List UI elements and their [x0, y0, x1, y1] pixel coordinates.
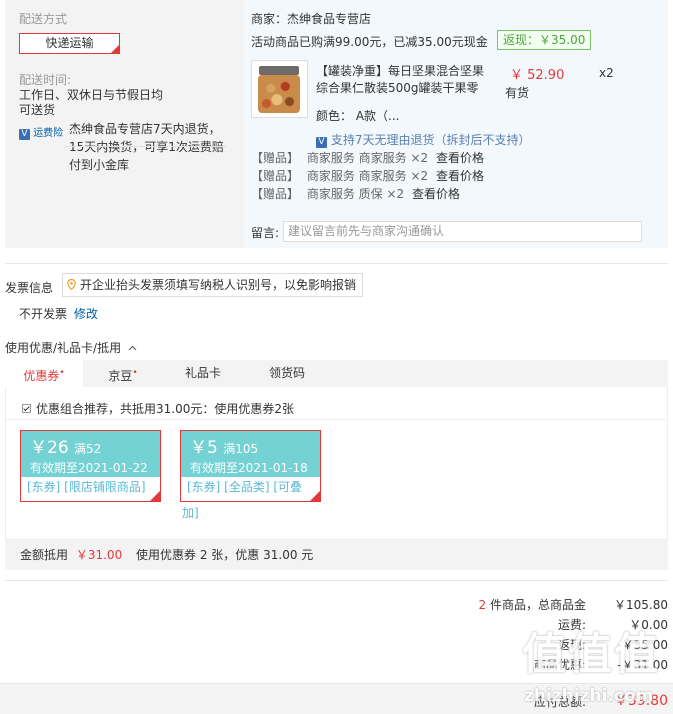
coupon-threshold: 满52: [74, 442, 102, 456]
invoice-tip-text: 开企业抬头发票须填写纳税人识别号，以免影响报销: [80, 278, 357, 292]
watermark-logo: 值值值: [522, 629, 660, 680]
divider: [5, 580, 668, 581]
item-count: 2: [478, 598, 487, 612]
tab-label: 礼品卡: [184, 366, 221, 380]
insurance-badge-icon: V: [19, 129, 30, 140]
goods-amount: ￥105.80: [614, 598, 668, 612]
gift-list: 【赠品】 商家服务 商家服务 ×2 查看价格 【赠品】 商家服务 商家服务 ×2…: [251, 149, 484, 203]
product-title[interactable]: 【罐装净重】每日坚果混合坚果 综合果仁散装500g罐装干果零: [316, 63, 484, 97]
discount-tabs: 优惠券• 京豆• 礼品卡 领货码: [5, 360, 668, 387]
coupon-threshold: 满105: [223, 442, 259, 456]
discount-section-label: 使用优惠/礼品卡/抵用: [5, 341, 122, 355]
return-policy-line: 付到小金库: [69, 158, 130, 172]
gift-tag: 【赠品】: [251, 151, 300, 165]
view-price-link[interactable]: 查看价格: [412, 187, 460, 201]
combo-recommend[interactable]: 优惠组合推荐，共抵用31.00元：使用优惠券2张: [22, 400, 294, 417]
gift-item: 【赠品】 商家服务 商家服务 ×2 查看价格: [251, 149, 484, 167]
nut-jar-image: [258, 75, 300, 113]
return-note-text: 支持7天无理由退货（拆封后不支持）: [330, 133, 531, 147]
divider: [5, 263, 668, 264]
selected-corner-icon: [150, 491, 160, 501]
coupon-scope: [东券] [全品类] [可叠: [187, 480, 303, 494]
product-thumbnail[interactable]: [251, 60, 308, 118]
coupon-card[interactable]: ￥5 满105 有效期至2021-01-18 [东券] [全品类] [可叠: [180, 430, 321, 502]
coupon-scope: [东券] [限店铺限商品]: [27, 480, 146, 494]
jar-lid-icon: [259, 66, 299, 75]
gift-tag: 【赠品】: [251, 169, 300, 183]
view-price-link[interactable]: 查看价格: [436, 151, 484, 165]
tab-mark: •: [132, 368, 138, 378]
summary-amount: ￥31.00: [75, 548, 123, 562]
coupon-value: ￥26: [30, 438, 69, 458]
discount-summary: 金额抵用 ￥31.00 使用优惠券 2 张，优惠 31.00 元: [5, 540, 668, 570]
product-quantity: x2: [599, 66, 614, 80]
selected-corner-icon: [111, 45, 119, 53]
discount-section-toggle[interactable]: 使用优惠/礼品卡/抵用: [5, 339, 137, 356]
product-title-line: 【罐装净重】每日坚果混合坚果: [316, 64, 485, 78]
divider: [5, 419, 668, 420]
tab-jingdou[interactable]: 京豆•: [83, 360, 163, 387]
summary-label: 金额抵用: [20, 548, 69, 562]
invoice-type: 不开发票: [19, 307, 68, 321]
tab-label: 领货码: [268, 366, 305, 380]
insurance-tag[interactable]: V 运费险: [19, 124, 63, 140]
store-name[interactable]: 商家：杰绅食品专营店: [251, 10, 371, 27]
divider: [64, 146, 226, 147]
coupon-amount: ￥26 满52: [30, 431, 160, 460]
combo-checkbox[interactable]: [22, 404, 31, 413]
coupon-header: ￥5 满105 有效期至2021-01-18: [181, 431, 320, 477]
coupon-expiry: 有效期至2021-01-18: [190, 461, 308, 475]
shipping-method-option[interactable]: 快递运输: [19, 33, 120, 54]
tab-label: 京豆: [108, 369, 133, 383]
coupon-value: ￥5: [190, 438, 218, 458]
return-policy-line: 15天内换货，可享1次运费赔: [69, 140, 224, 154]
stock-status: 有货: [505, 86, 530, 100]
invoice-value: 不开发票 修改: [19, 305, 98, 322]
selected-corner-icon: [310, 491, 320, 501]
return-policy-line: 杰绅食品专营店7天内退货，: [69, 122, 221, 136]
coupon-expiry: 有效期至2021-01-22: [30, 461, 148, 475]
invoice-label: 发票信息: [5, 281, 54, 295]
summary-detail: 使用优惠券 2 张，优惠 31.00 元: [136, 548, 314, 562]
promo-text: 活动商品已购满99.00元，已减35.00元现金: [251, 35, 488, 49]
product-title-line: 综合果仁散装500g罐装干果零: [316, 81, 479, 95]
tab-gift-card[interactable]: 礼品卡: [163, 360, 243, 387]
tab-coupons[interactable]: 优惠券•: [5, 360, 83, 387]
gift-name: 商家服务 质保 ×2: [306, 187, 405, 201]
watermark-site: zhizhizhi.com: [524, 686, 654, 706]
return-badge-icon: V: [316, 137, 327, 148]
goods-count: 2 件商品，总商品金: [380, 596, 586, 613]
gift-name: 商家服务 商家服务 ×2: [306, 169, 429, 183]
shipping-method-label: 快递运输: [45, 36, 94, 50]
shipping-section-label: 配送方式: [19, 12, 68, 26]
gift-item: 【赠品】 商家服务 质保 ×2 查看价格: [251, 185, 484, 203]
view-price-link[interactable]: 查看价格: [436, 169, 484, 183]
return-note: V 支持7天无理由退货（拆封后不支持）: [316, 131, 530, 148]
tab-redeem-code[interactable]: 领货码: [243, 360, 331, 387]
coupon-card[interactable]: ￥26 满52 有效期至2021-01-22 [东券] [限店铺限商品]: [20, 430, 161, 502]
delivery-time-line-2: 可送货: [19, 103, 56, 117]
message-input[interactable]: 建议留言前先与商家沟通确认: [283, 221, 642, 242]
combo-text: 优惠组合推荐，共抵用31.00元：使用优惠券2张: [36, 402, 294, 416]
gift-item: 【赠品】 商家服务 商家服务 ×2 查看价格: [251, 167, 484, 185]
coupon-header: ￥26 满52 有效期至2021-01-22: [21, 431, 160, 477]
gift-tag: 【赠品】: [251, 187, 300, 201]
item-count-label: 件商品，总商品金: [489, 598, 586, 612]
gift-name: 商家服务 商家服务 ×2: [306, 151, 429, 165]
invoice-tip: 开企业抬头发票须填写纳税人识别号，以免影响报销: [62, 273, 364, 297]
chevron-up-icon: [128, 345, 137, 351]
tab-label: 优惠券: [23, 369, 60, 383]
insurance-label: 运费险: [33, 128, 64, 139]
product-price: ￥ 52.90: [510, 68, 565, 83]
message-label: 留言:: [251, 226, 280, 240]
invoice-edit-link[interactable]: 修改: [74, 307, 98, 321]
product-color: 颜色： A款（...: [316, 109, 400, 123]
tab-mark: •: [59, 368, 65, 378]
return-policy: 杰绅食品专营店7天内退货， 15天内换货，可享1次运费赔 付到小金库: [69, 120, 224, 174]
coupon-scope-overflow: 加]: [182, 506, 199, 520]
coupon-amount: ￥5 满105: [190, 431, 320, 460]
location-pin-icon: [67, 279, 76, 290]
cashback-badge: 返现：￥35.00: [497, 30, 592, 50]
